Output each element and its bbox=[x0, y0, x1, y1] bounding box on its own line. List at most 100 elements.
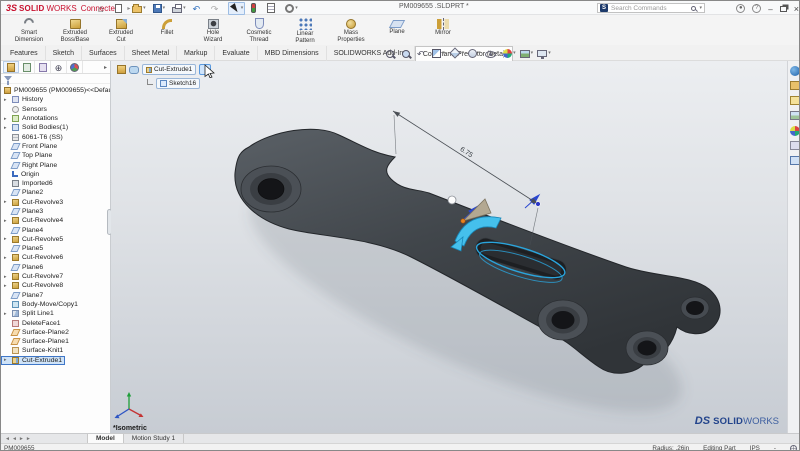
feature-tree-item[interactable]: ▸ Cut-Revolve3 bbox=[1, 198, 110, 207]
view-tool-button[interactable]: ▾ bbox=[417, 47, 428, 59]
configurationmanager-tab[interactable] bbox=[35, 61, 51, 73]
ribbon-button[interactable]: Linear Pattern bbox=[283, 16, 327, 44]
feature-tree-item[interactable]: ▸ Body-Move/Copy1 bbox=[1, 300, 110, 309]
dropdown-caret-icon[interactable]: ▾ bbox=[462, 50, 465, 56]
expand-arrow-icon[interactable]: ▸ bbox=[4, 274, 9, 280]
quick-access-button[interactable]: ▾ bbox=[210, 2, 223, 15]
quick-access-button[interactable]: ▾ bbox=[152, 2, 167, 15]
feature-tree-item[interactable]: ▸ Cut-Revolve4 bbox=[1, 216, 110, 225]
feature-tree-item[interactable]: ▸ Plane2 bbox=[1, 188, 110, 197]
dropdown-caret-icon[interactable]: ▾ bbox=[183, 5, 186, 11]
scroll-right-icon[interactable]: ► bbox=[19, 436, 24, 442]
expand-arrow-icon[interactable]: ▸ bbox=[4, 255, 9, 261]
feature-tree-item[interactable]: ▸ Cut-Revolve6 bbox=[1, 253, 110, 262]
displaymanager-tab[interactable] bbox=[67, 61, 83, 73]
document-mode-tab[interactable]: Model bbox=[87, 434, 124, 443]
view-tool-button[interactable]: ▾ bbox=[537, 47, 551, 59]
feature-tree-item[interactable]: ▸ Top Plane bbox=[1, 151, 110, 160]
scroll-first-icon[interactable]: ◄ bbox=[5, 436, 10, 442]
command-tab[interactable]: MBD Dimensions bbox=[258, 46, 327, 61]
quick-access-button[interactable]: ▾ bbox=[284, 2, 299, 15]
quick-access-button[interactable]: ▾ bbox=[171, 2, 187, 15]
view-tool-button[interactable]: ▾ bbox=[401, 47, 414, 59]
feature-tree-item[interactable]: ▸ Plane7 bbox=[1, 291, 110, 300]
feature-tree-item[interactable]: ▸ Cut-Revolve7 bbox=[1, 272, 110, 281]
dropdown-caret-icon[interactable]: ▾ bbox=[163, 5, 166, 11]
search-icon[interactable] bbox=[691, 5, 697, 11]
graphics-area[interactable]: 6.75 *Isometric Cut-Extrude1 Sketch16 DS… bbox=[111, 61, 787, 433]
tip-boss[interactable] bbox=[680, 296, 710, 320]
view-tool-button[interactable]: ▾ bbox=[386, 47, 398, 59]
scroll-left-icon[interactable]: ◄ bbox=[12, 436, 17, 442]
feature-tree-item[interactable]: ▸ Surface-Plane2 bbox=[1, 328, 110, 337]
feature-tree-item[interactable]: ▸ Annotations bbox=[1, 114, 110, 123]
ribbon-button[interactable]: Extruded Boss/Base bbox=[53, 16, 97, 44]
view-tool-button[interactable]: ▾ bbox=[468, 47, 481, 59]
task-pane-tab[interactable] bbox=[789, 155, 799, 166]
user-account-icon[interactable]: ● bbox=[736, 3, 746, 13]
feature-tree-item[interactable]: ▸ Surface-Knit1 bbox=[1, 346, 110, 355]
dropdown-caret-icon[interactable]: ▾ bbox=[513, 50, 516, 56]
feature-tree-item[interactable]: ▸ Cut-Extrude1 bbox=[1, 355, 65, 365]
expand-arrow-icon[interactable]: ▸ bbox=[4, 218, 9, 224]
feature-tree-item[interactable]: ▸ 6061-T6 (SS) bbox=[1, 132, 110, 141]
ribbon-button[interactable]: Plane bbox=[375, 16, 419, 44]
feature-tree-item[interactable]: ▸ History bbox=[1, 95, 110, 104]
comment-bubble-icon[interactable] bbox=[129, 65, 139, 74]
status-globe-icon[interactable] bbox=[790, 445, 797, 450]
feature-tree-item[interactable]: ▸ Solid Bodies(1) bbox=[1, 123, 110, 132]
dropdown-caret-icon[interactable]: ▾ bbox=[442, 50, 445, 56]
head-boss[interactable] bbox=[240, 165, 302, 213]
ribbon-button[interactable]: Fillet bbox=[145, 16, 189, 44]
task-pane-tab[interactable] bbox=[789, 140, 799, 151]
view-tool-button[interactable]: ▾ bbox=[503, 47, 516, 59]
quick-access-button[interactable]: ▾ bbox=[131, 2, 147, 15]
feature-tree-item[interactable]: ▸ Plane4 bbox=[1, 225, 110, 234]
dropdown-caret-icon[interactable]: ▾ bbox=[548, 50, 551, 56]
expand-arrow-icon[interactable]: ▸ bbox=[4, 236, 9, 242]
expand-arrow-icon[interactable]: ▸ bbox=[4, 311, 9, 317]
command-tab[interactable]: Markup bbox=[177, 46, 216, 61]
scroll-last-icon[interactable]: ► bbox=[26, 436, 31, 442]
feature-tree-item[interactable]: ▸ Split Line1 bbox=[1, 309, 110, 318]
part-icon[interactable] bbox=[117, 65, 126, 74]
task-pane-tab[interactable] bbox=[789, 65, 799, 76]
dropdown-caret-icon[interactable]: ▾ bbox=[143, 5, 146, 11]
ribbon-button[interactable]: Hole Wizard bbox=[191, 16, 235, 44]
lower-boss[interactable] bbox=[625, 330, 669, 366]
task-pane-tab[interactable] bbox=[789, 125, 799, 136]
feature-tree-item[interactable]: ▸ Plane6 bbox=[1, 263, 110, 272]
featuremanager-tab[interactable] bbox=[3, 61, 19, 73]
dropdown-caret-icon[interactable]: ▾ bbox=[241, 5, 244, 11]
quick-access-button[interactable]: ▾ bbox=[266, 2, 280, 15]
quick-access-button[interactable]: ▾ bbox=[250, 2, 261, 15]
feature-tree-item[interactable]: ▸ Cut-Revolve8 bbox=[1, 281, 110, 290]
task-pane-tab[interactable] bbox=[789, 110, 799, 121]
feature-tree-item[interactable]: ▸ Plane5 bbox=[1, 244, 110, 253]
feature-tree-root[interactable]: PM009655 (PM009655)<<Default>_Disp bbox=[1, 86, 110, 95]
quick-access-button[interactable]: ▾ bbox=[227, 1, 246, 15]
expand-arrow-icon[interactable]: ▸ bbox=[4, 283, 9, 289]
ribbon-button[interactable]: Cosmetic Thread bbox=[237, 16, 281, 44]
view-tool-button[interactable]: ▾ bbox=[432, 47, 445, 59]
dropdown-caret-icon[interactable]: ▾ bbox=[497, 50, 500, 56]
feature-tree-item[interactable]: ▸ Sensors bbox=[1, 105, 110, 114]
quick-access-button[interactable]: ▾ bbox=[114, 2, 127, 15]
search-scope-icon[interactable]: S bbox=[600, 4, 608, 12]
dropdown-caret-icon[interactable]: ▾ bbox=[531, 50, 534, 56]
ribbon-button[interactable]: Extruded Cut bbox=[99, 16, 143, 44]
quick-access-button[interactable]: ▾ bbox=[97, 2, 109, 15]
expand-arrow-icon[interactable]: ▸ bbox=[4, 116, 9, 122]
search-input[interactable]: Search Commands bbox=[611, 5, 688, 12]
search-caret-icon[interactable]: ▾ bbox=[699, 5, 702, 11]
expand-arrow-icon[interactable]: ▸ bbox=[4, 357, 9, 363]
feature-tree-item[interactable]: ▸ Surface-Plane1 bbox=[1, 337, 110, 346]
status-units[interactable]: IPS bbox=[750, 445, 760, 450]
restore-button[interactable] bbox=[779, 6, 787, 12]
panel-expand-icon[interactable]: ▸ bbox=[104, 64, 110, 71]
dropdown-caret-icon[interactable]: ▾ bbox=[295, 5, 298, 11]
dimension-endpoint[interactable] bbox=[535, 201, 541, 207]
search-commands-box[interactable]: S Search Commands ▾ bbox=[597, 3, 705, 13]
command-tab[interactable]: Features bbox=[3, 46, 46, 61]
view-tool-button[interactable]: ▾ bbox=[519, 47, 534, 59]
